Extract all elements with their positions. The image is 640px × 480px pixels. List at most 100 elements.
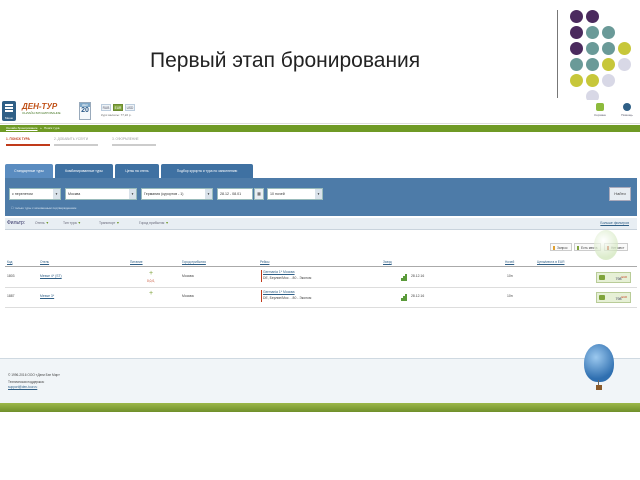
results-table-header: Код Отель Питание Город прибытия Рейсы З… — [5, 259, 637, 267]
help-icon — [623, 103, 631, 111]
chevron-down-icon: ▼ — [129, 189, 136, 199]
col-nights[interactable]: Ночей — [505, 260, 514, 264]
price-currency: EUR — [621, 276, 627, 279]
nights-select[interactable]: 10 ночей ▼ — [267, 188, 323, 200]
tab-combined-tours[interactable]: Комбинированные туры — [55, 164, 113, 178]
price-button[interactable]: 798EUR — [596, 292, 631, 303]
find-button[interactable]: Найти — [609, 187, 631, 201]
col-date[interactable]: Заезд — [383, 260, 392, 264]
checkbox-label: только туры с мгновенным подтверждением — [14, 206, 77, 210]
currency-usd[interactable]: USD — [125, 104, 135, 111]
site-logo[interactable]: ДЕН-ТУР ОНЛАЙН БРОНИРОВАНИЕ — [22, 102, 72, 118]
step-search: 1. ПОИСК ТУРА — [6, 137, 56, 146]
cart-icon — [599, 275, 605, 280]
departure-select[interactable]: Москва ▼ — [65, 188, 137, 200]
menu-label: Меню — [5, 116, 14, 120]
cell-city: Москва — [182, 274, 194, 278]
balloon-illustration — [594, 230, 618, 260]
cell-city: Москва — [182, 294, 194, 298]
price-currency: EUR — [621, 296, 627, 299]
cell-flight-details: DE, Берлин/Мос. - 80 - Эконом — [263, 296, 312, 300]
chevron-down-icon: ▼ — [53, 189, 60, 199]
filter-tour-type[interactable]: Тип тура ▼ — [63, 221, 81, 225]
chevron-down-icon: ▼ — [315, 189, 322, 199]
tab-resort-selection[interactable]: Подбор курорта и тура по заполнению — [161, 164, 253, 178]
currency-eur[interactable]: EUR — [113, 104, 123, 111]
currency-rub[interactable]: RUB — [101, 104, 111, 111]
calendar-icon[interactable]: ▦ — [254, 188, 264, 200]
price-chart-icon[interactable] — [401, 274, 407, 281]
breadcrumb: Онлайн бронирование » Поиск тура — [0, 125, 640, 132]
cell-date: 28.12.16 — [411, 274, 425, 278]
decorative-dots — [568, 8, 640, 103]
table-row[interactable]: 1803 Messe 4* (ST) + 0,0,0, Москва Germa… — [5, 268, 637, 288]
dates-input[interactable]: 28.12 - 08.01 — [217, 188, 253, 200]
balloon-basket — [596, 385, 602, 390]
cart-icon — [599, 295, 605, 300]
breadcrumb-current: Поиск тура — [44, 126, 60, 130]
cell-meal-note: 0,0,0, — [147, 279, 155, 283]
col-flights[interactable]: Рейсы — [260, 260, 269, 264]
breadcrumb-separator: » — [40, 126, 42, 130]
cell-flight[interactable]: Germania 1* Москва — [263, 270, 295, 274]
destination-select[interactable]: Германия (курортов - 1) ▼ — [141, 188, 213, 200]
table-row[interactable]: 1887 Messe 3* + Москва Germania 1* Москв… — [5, 288, 637, 308]
filter-transport[interactable]: Транспорт ▼ — [99, 221, 120, 225]
grass-strip — [0, 403, 640, 412]
price-button[interactable]: 798EUR — [596, 272, 631, 283]
more-filters-link[interactable]: Больше фильтров — [600, 221, 629, 225]
footer-support: Техническая поддержка: — [8, 380, 45, 384]
slide-title: Первый этап бронирования — [150, 49, 421, 72]
site-header: Меню ДЕН-ТУР ОНЛАЙН БРОНИРОВАНИЕ ДЕК 20 … — [0, 100, 640, 124]
col-code[interactable]: Код — [7, 260, 12, 264]
cell-nights: 10н — [507, 294, 513, 298]
breadcrumb-link[interactable]: Онлайн бронирование — [6, 126, 38, 130]
step-label: 3. ОФОРМЛЕНИЕ — [112, 137, 139, 141]
flight-status-bar — [261, 290, 262, 302]
slide: Первый этап бронирования Меню ДЕН-ТУР ОН… — [0, 0, 640, 480]
tab-standard-tours[interactable]: Стандартные туры — [5, 164, 53, 178]
filter-label: Фильтр: — [7, 220, 26, 226]
date-day: 20 — [81, 107, 89, 114]
cell-code: 1887 — [7, 294, 15, 298]
departure-value: Москва — [68, 192, 81, 196]
basket-link[interactable]: Корзина — [593, 103, 607, 121]
logo-text: ДЕН-ТУР — [22, 102, 58, 111]
tab-hotel-prices[interactable]: Цены на отель — [115, 164, 159, 178]
col-meal[interactable]: Питание — [130, 260, 143, 264]
legend-request: Запрос — [550, 243, 572, 251]
cell-flight[interactable]: Germania 1* Москва — [263, 290, 295, 294]
help-link[interactable]: Помощь — [620, 103, 634, 121]
search-panel: с перелетом ▼ Москва ▼ Германия (курорто… — [5, 178, 637, 216]
divider-line — [557, 10, 558, 98]
website-screenshot: Меню ДЕН-ТУР ОНЛАЙН БРОНИРОВАНИЕ ДЕК 20 … — [0, 100, 640, 412]
cell-nights: 10н — [507, 274, 513, 278]
date-widget: ДЕК 20 — [79, 102, 91, 120]
cell-meal: + — [149, 290, 154, 297]
chevron-down-icon: ▼ — [205, 189, 212, 199]
help-label: Помощь — [621, 113, 633, 117]
exchange-rate: Курс валюты: 77,22 р. — [101, 113, 132, 117]
filter-arrival-city[interactable]: Город прибытия ▼ — [139, 221, 169, 225]
instant-confirm-checkbox[interactable]: ☐ только туры с мгновенным подтверждение… — [11, 206, 76, 210]
cell-hotel[interactable]: Messe 4* (ST) — [40, 274, 62, 278]
cell-code: 1803 — [7, 274, 15, 278]
cell-flight-details: DE, Берлин/Мос. - 80 - Эконом — [263, 276, 312, 280]
filter-hotel[interactable]: Отель ▼ — [35, 221, 49, 225]
col-hotel[interactable]: Отель — [40, 260, 49, 264]
step-label: 2. ДОБАВИТЬ УСЛУГИ — [54, 137, 89, 141]
basket-label: Корзина — [594, 113, 606, 117]
menu-button[interactable]: Меню — [2, 101, 16, 121]
flight-status-bar — [261, 270, 262, 282]
step-checkout: 3. ОФОРМЛЕНИЕ — [112, 137, 162, 146]
footer-email[interactable]: support@den-tour.ru — [8, 385, 37, 389]
cell-hotel[interactable]: Messe 3* — [40, 294, 54, 298]
step-services: 2. ДОБАВИТЬ УСЛУГИ — [54, 137, 104, 146]
transport-select[interactable]: с перелетом ▼ — [9, 188, 61, 200]
balloon-illustration — [584, 344, 614, 382]
filter-bar: Фильтр: Отель ▼ Тип тура ▼ Транспорт ▼ Г… — [5, 218, 637, 230]
col-price[interactable]: Цена/места в EUR — [537, 260, 565, 264]
transport-value: с перелетом — [12, 192, 33, 196]
col-arrival-city[interactable]: Город прибытия — [182, 260, 206, 264]
price-chart-icon[interactable] — [401, 294, 407, 301]
